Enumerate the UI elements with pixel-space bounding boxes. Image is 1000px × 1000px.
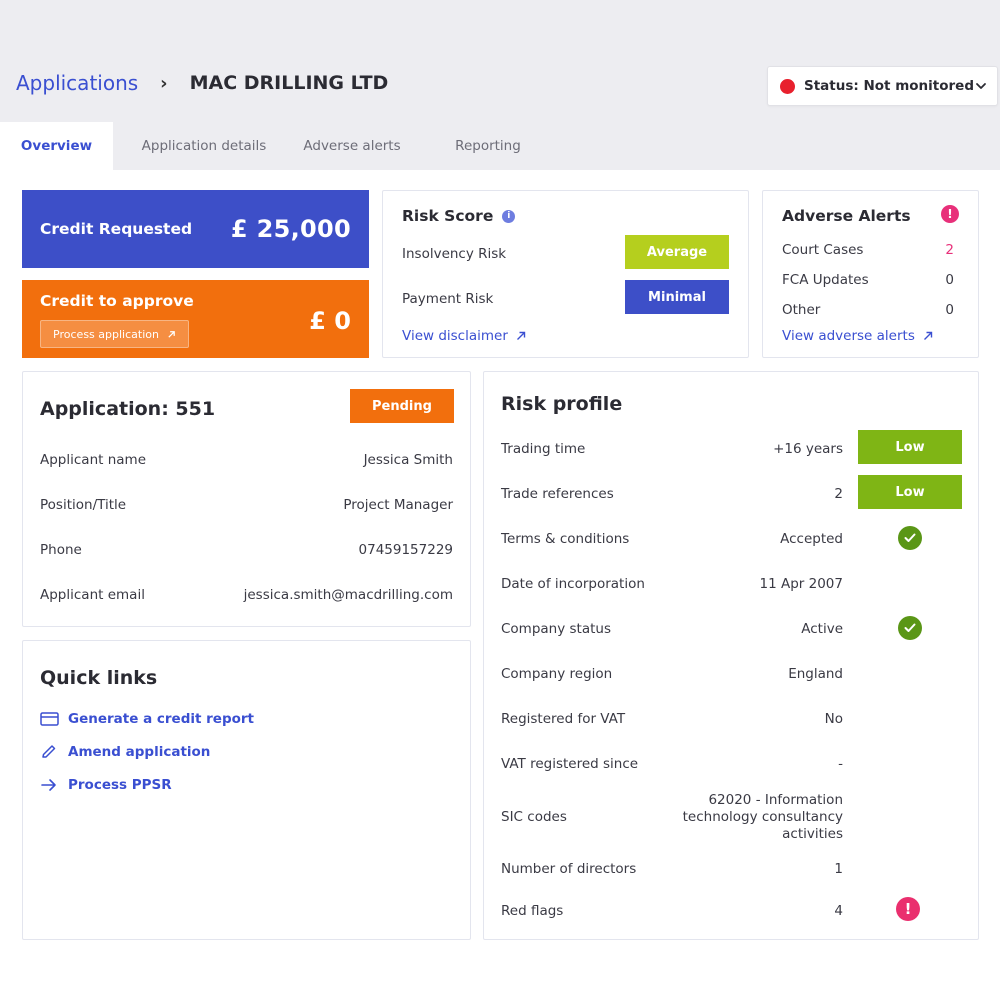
tab-overview[interactable]: Overview [0, 122, 113, 170]
status-dropdown[interactable]: Status: Not monitored [767, 66, 998, 106]
trade-references-label: Trade references [501, 486, 614, 502]
trading-time-label: Trading time [501, 441, 586, 457]
court-cases-count: 2 [945, 242, 954, 258]
applicant-email-label: Applicant email [40, 587, 145, 603]
registered-vat-value: No [824, 711, 843, 727]
terms-conditions-value: Accepted [780, 531, 843, 547]
status-dot-icon [780, 78, 795, 94]
trading-time-badge: Low [858, 430, 962, 464]
quick-links-card: Quick links Generate a credit report Ame… [22, 640, 471, 940]
trade-references-value: 2 [834, 486, 843, 502]
phone-label: Phone [40, 542, 82, 558]
vat-registered-since-label: VAT registered since [501, 756, 639, 772]
sic-codes-label: SIC codes [501, 809, 567, 825]
trade-references-badge: Low [858, 475, 962, 509]
external-arrow-icon [516, 331, 526, 340]
payment-risk-badge: Minimal [625, 280, 729, 314]
arrow-right-icon [41, 779, 56, 791]
pencil-icon [42, 745, 56, 758]
card-icon [40, 712, 59, 726]
credit-requested-card: Credit Requested £ 25,000 [22, 190, 369, 268]
sic-codes-value: 62020 - Information technology consultan… [682, 792, 843, 842]
generate-credit-report-link[interactable]: Generate a credit report [40, 711, 254, 727]
date-of-incorporation-value: 11 Apr 2007 [759, 576, 843, 592]
applicant-name-label: Applicant name [40, 452, 146, 468]
company-status-value: Active [801, 621, 843, 637]
risk-profile-title: Risk profile [501, 393, 623, 415]
check-icon [898, 526, 922, 550]
process-application-label: Process application [53, 327, 159, 341]
check-icon [898, 616, 922, 640]
company-region-label: Company region [501, 666, 613, 682]
terms-conditions-label: Terms & conditions [501, 531, 630, 547]
process-ppsr-link[interactable]: Process PPSR [40, 777, 172, 793]
application-title: Application: 551 [40, 398, 216, 420]
tab-bar: Overview Application details Adverse ale… [0, 122, 567, 170]
red-flags-value: 4 [834, 903, 843, 919]
amend-application-label: Amend application [68, 744, 211, 760]
adverse-alerts-card: Adverse Alerts ! Court Cases 2 FCA Updat… [762, 190, 979, 358]
insolvency-risk-label: Insolvency Risk [402, 246, 507, 262]
trading-time-value: +16 years [773, 441, 843, 457]
company-status-label: Company status [501, 621, 611, 637]
adverse-alerts-title: Adverse Alerts [782, 207, 911, 225]
risk-profile-card: Risk profile Trading time +16 years Low … [483, 371, 979, 940]
credit-to-approve-label: Credit to approve [40, 292, 194, 310]
chevron-down-icon [976, 83, 986, 89]
credit-to-approve-card: Credit to approve Process application £ … [22, 280, 369, 358]
info-icon[interactable]: i [502, 209, 516, 223]
fca-updates-label: FCA Updates [782, 272, 869, 288]
view-disclaimer-label: View disclaimer [402, 328, 508, 344]
status-label: Status: Not monitored [804, 78, 974, 94]
position-title-value: Project Manager [343, 497, 453, 513]
alert-icon: ! [941, 205, 959, 223]
breadcrumb-applications-link[interactable]: Applications [16, 71, 138, 95]
phone-value: 07459157229 [358, 542, 453, 558]
credit-requested-label: Credit Requested [40, 220, 193, 238]
risk-score-card: Risk Score i Insolvency Risk Average Pay… [382, 190, 749, 358]
generate-credit-report-label: Generate a credit report [68, 711, 255, 727]
page-title: MAC DRILLING LTD [189, 72, 389, 94]
red-flags-label: Red flags [501, 903, 564, 919]
tab-application-details[interactable]: Application details [113, 122, 295, 170]
other-alerts-label: Other [782, 302, 821, 318]
status-badge: Pending [350, 389, 454, 423]
date-of-incorporation-label: Date of incorporation [501, 576, 645, 592]
tab-reporting[interactable]: Reporting [409, 122, 567, 170]
view-disclaimer-link[interactable]: View disclaimer [402, 328, 526, 344]
registered-vat-label: Registered for VAT [501, 711, 626, 727]
external-arrow-icon [168, 330, 175, 338]
applicant-email-value: jessica.smith@macdrilling.com [243, 587, 453, 603]
red-flag-alert-icon: ! [896, 897, 920, 921]
view-adverse-alerts-label: View adverse alerts [782, 328, 915, 344]
quick-links-title: Quick links [40, 667, 158, 689]
number-of-directors-label: Number of directors [501, 861, 637, 877]
risk-score-title: Risk Score [402, 207, 494, 225]
process-application-button[interactable]: Process application [40, 320, 189, 348]
view-adverse-alerts-link[interactable]: View adverse alerts [782, 328, 933, 344]
tab-adverse-alerts[interactable]: Adverse alerts [295, 122, 409, 170]
position-title-label: Position/Title [40, 497, 127, 513]
credit-requested-amount: £ 25,000 [230, 215, 351, 243]
breadcrumb: Applications › MAC DRILLING LTD [16, 68, 388, 98]
insolvency-risk-badge: Average [625, 235, 729, 269]
external-arrow-icon [923, 331, 933, 340]
other-alerts-count: 0 [945, 302, 954, 318]
amend-application-link[interactable]: Amend application [40, 744, 210, 760]
court-cases-label: Court Cases [782, 242, 864, 258]
breadcrumb-separator-icon: › [160, 72, 168, 94]
application-card: Application: 551 Pending Applicant name … [22, 371, 471, 627]
applicant-name-value: Jessica Smith [363, 452, 453, 468]
payment-risk-label: Payment Risk [402, 291, 494, 307]
credit-to-approve-amount: £ 0 [309, 307, 351, 335]
fca-updates-count: 0 [945, 272, 954, 288]
vat-registered-since-value: - [838, 756, 843, 772]
company-region-value: England [788, 666, 843, 682]
number-of-directors-value: 1 [834, 861, 843, 877]
process-ppsr-label: Process PPSR [68, 777, 172, 793]
